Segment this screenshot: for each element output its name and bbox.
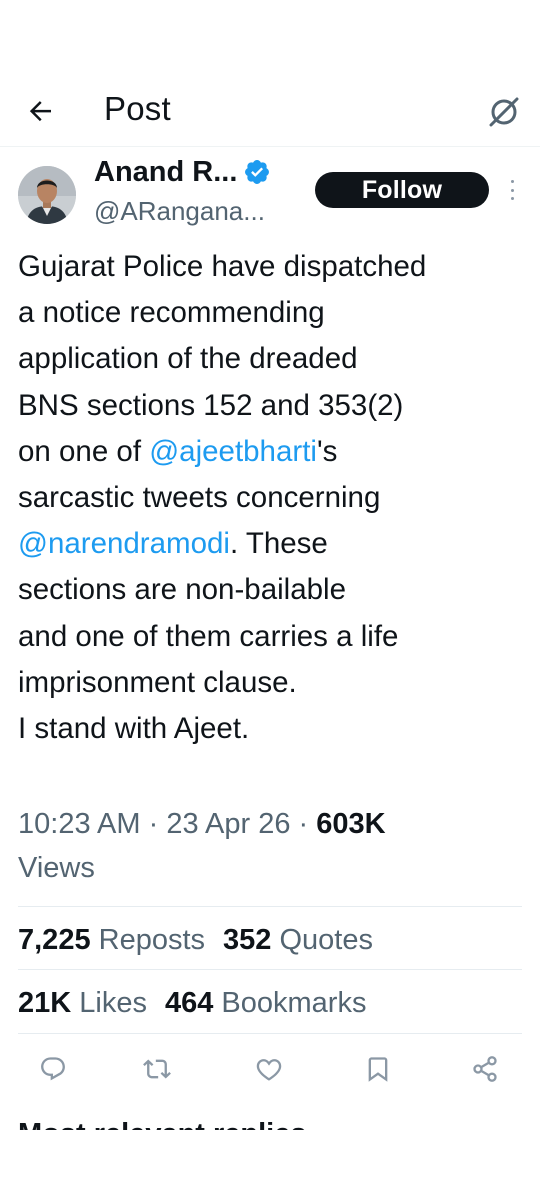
bookmarks-stat[interactable]: 464 Bookmarks — [165, 987, 367, 1019]
replies-section-header: Most relevant replies — [18, 1118, 307, 1130]
share-icon — [473, 1056, 497, 1082]
divider — [18, 906, 522, 907]
grok-icon — [489, 97, 519, 127]
replies-header-text: Most relevant replies — [18, 1118, 307, 1130]
reposts-label: Reposts — [98, 924, 206, 956]
reply-icon — [41, 1057, 65, 1081]
quotes-stat[interactable]: 352 Quotes — [223, 924, 373, 956]
divider — [18, 1033, 522, 1034]
bookmarks-count: 464 — [164, 987, 214, 1019]
avatar[interactable] — [18, 166, 76, 224]
tweet-text-segment: I stand with Ajeet. — [18, 712, 250, 746]
follow-button[interactable]: Follow — [315, 172, 489, 208]
views-label: Views — [18, 852, 95, 884]
tweet-line: a notice recommending — [18, 290, 528, 336]
likes-count: 21K — [18, 987, 72, 1019]
tweet-line: and one of them carries a life — [18, 614, 528, 660]
header-divider — [0, 146, 540, 147]
bookmark-button[interactable] — [363, 1054, 393, 1084]
tweet-line: @narendramodi. These — [18, 521, 528, 567]
meta-separator: · — [148, 808, 159, 840]
reply-button[interactable] — [38, 1054, 68, 1084]
tweet-meta: 10:23 AM · 23 Apr 26 · 603K Views — [18, 802, 528, 890]
verified-badge-icon — [245, 160, 270, 184]
author-handle[interactable]: @ARangana... — [94, 194, 265, 228]
quotes-count: 352 — [223, 924, 272, 956]
tweet-text-segment: application of the dreaded — [18, 342, 358, 376]
tweet-line: Gujarat Police have dispatched — [18, 244, 528, 290]
back-button[interactable] — [22, 92, 60, 130]
stats-row-reposts: 7,225 Reposts 352 Quotes — [18, 920, 373, 960]
top-bar: Post — [0, 78, 540, 144]
tweet-date[interactable]: 23 Apr 26 — [166, 808, 290, 840]
page-title: Post — [104, 90, 171, 127]
repost-icon — [143, 1059, 171, 1079]
bookmark-icon — [368, 1057, 388, 1082]
mention-link[interactable]: @ajeetbharti — [149, 435, 317, 468]
tweet-time[interactable]: 10:23 AM — [18, 808, 141, 840]
tweet-text-segment: Gujarat Police have dispatched — [18, 250, 427, 283]
tweet-line: imprisonment clause. — [18, 660, 528, 706]
more-dot-icon — [510, 197, 514, 200]
tweet-text-segment: and one of them carries a life — [18, 619, 399, 653]
tweet-text-segment: sections are non-bailable — [18, 573, 346, 607]
tweet-line: application of the dreaded — [18, 336, 528, 382]
arrow-left-icon — [29, 101, 51, 122]
tweet-text-segment: a notice recommending — [18, 296, 325, 330]
share-button[interactable] — [470, 1054, 500, 1084]
more-dot-icon — [510, 188, 514, 192]
meta-separator: · — [298, 808, 309, 840]
reposts-count: 7,225 — [18, 924, 91, 956]
quotes-label: Quotes — [279, 924, 373, 956]
tweet-line: I stand with Ajeet. — [18, 706, 528, 752]
more-options-button[interactable] — [502, 175, 522, 205]
mention-link[interactable]: @narendramodi — [18, 527, 230, 560]
tweet-line: sarcastic tweets concerning — [18, 475, 528, 521]
tweet-text-segment: . These — [229, 527, 328, 561]
likes-stat[interactable]: 21K Likes — [18, 987, 147, 1019]
tweet-text-segment: on one of — [18, 434, 150, 468]
bookmarks-label: Bookmarks — [221, 987, 367, 1019]
stats-row-likes: 21K Likes 464 Bookmarks — [18, 983, 366, 1023]
tweet-text-segment: 's — [316, 434, 338, 468]
avatar-photo — [18, 166, 76, 224]
repost-button[interactable] — [142, 1054, 172, 1084]
tweet-text-segment: sarcastic tweets concerning — [18, 481, 381, 515]
likes-label: Likes — [79, 987, 147, 1019]
action-bar — [0, 1046, 540, 1090]
author-name[interactable]: Anand R... — [94, 154, 237, 190]
tweet-text-segment: imprisonment clause. — [18, 665, 297, 699]
more-dot-icon — [510, 180, 514, 183]
like-button[interactable] — [254, 1054, 284, 1084]
like-icon — [256, 1059, 282, 1081]
divider — [18, 969, 522, 970]
reposts-stat[interactable]: 7,225 Reposts — [18, 924, 205, 956]
author-name-row: Anand R... — [94, 154, 271, 190]
grok-button[interactable] — [484, 92, 524, 132]
tweet-text: Gujarat Police have dispatched a notice r… — [18, 244, 528, 752]
tweet-line: BNS sections 152 and 353(2) — [18, 383, 528, 429]
tweet-text-segment: BNS sections 152 and 353(2) — [18, 388, 404, 422]
tweet-line: sections are non-bailable — [18, 567, 528, 613]
views-count: 603K — [316, 808, 386, 840]
tweet-line: on one of @ajeetbharti's — [18, 429, 528, 475]
